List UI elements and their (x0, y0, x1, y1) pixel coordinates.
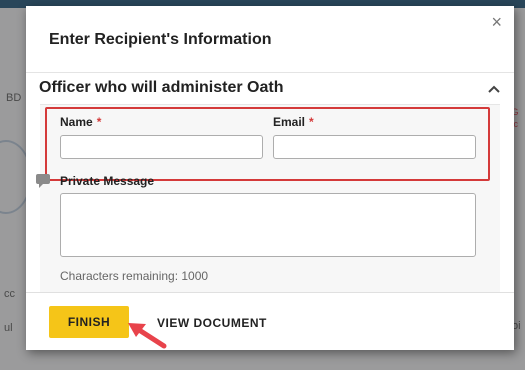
view-document-button[interactable]: VIEW DOCUMENT (157, 316, 267, 330)
section-header[interactable]: Officer who will administer Oath (39, 79, 283, 97)
finish-button[interactable]: FINISH (49, 306, 129, 338)
title-divider (26, 72, 514, 73)
email-label: Email * (273, 115, 314, 129)
name-label: Name * (60, 115, 101, 129)
modal-title: Enter Recipient's Information (49, 31, 272, 48)
email-label-text: Email (273, 115, 306, 129)
name-label-text: Name (60, 115, 93, 129)
private-message-textarea[interactable] (60, 193, 476, 257)
annotation-arrow-icon (128, 323, 167, 349)
name-input[interactable] (60, 135, 263, 159)
close-icon[interactable]: × (491, 12, 502, 32)
chevron-up-icon[interactable] (488, 80, 500, 96)
footer-divider (26, 292, 514, 293)
required-marker: * (96, 115, 102, 129)
email-input[interactable] (273, 135, 476, 159)
recipient-info-modal: × Enter Recipient's Information Officer … (26, 6, 514, 350)
private-message-label: Private Message (60, 174, 155, 188)
characters-remaining: Characters remaining: 1000 (60, 269, 209, 283)
chat-bubble-icon (36, 174, 50, 188)
required-marker: * (309, 115, 314, 129)
